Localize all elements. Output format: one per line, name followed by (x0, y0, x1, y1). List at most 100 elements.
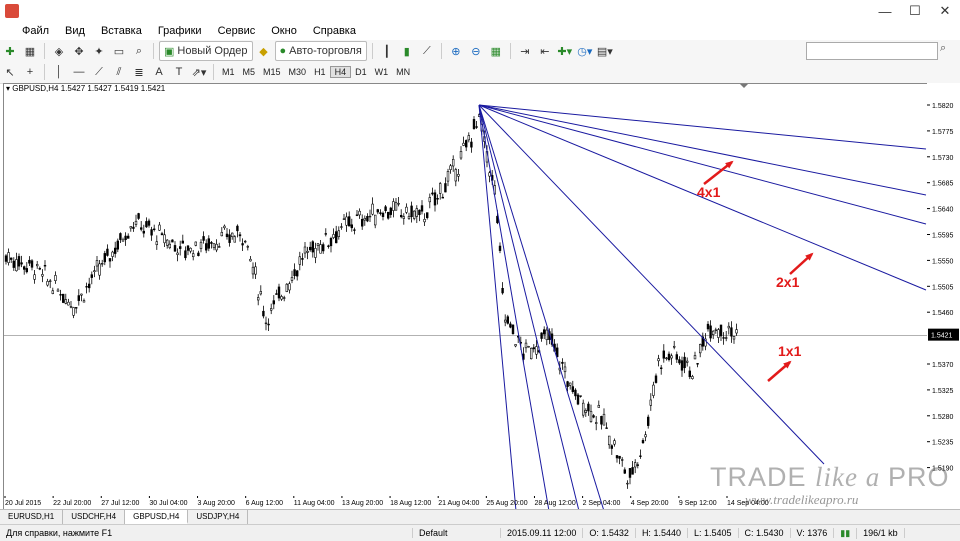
candle-body (711, 330, 715, 336)
profiles-icon[interactable]: ▦ (21, 42, 39, 60)
search-icon[interactable]: ⌕ (940, 42, 956, 58)
bar-chart-icon[interactable]: ┃ (378, 42, 396, 60)
maximize-icon[interactable]: ☐ (900, 0, 930, 22)
candle-body (665, 357, 668, 359)
candle-body (212, 243, 216, 248)
status-help: Для справки, нажмите F1 (0, 528, 413, 538)
candle-body (329, 238, 333, 247)
new-chart-icon[interactable]: ✚ (1, 42, 19, 60)
label-icon[interactable]: T (170, 63, 188, 81)
candle-body (433, 192, 437, 206)
candle-body (168, 243, 171, 249)
zoom-in-icon[interactable]: ⊕ (447, 42, 465, 60)
candle-body (69, 306, 73, 308)
tester-icon[interactable]: ⌕ (130, 42, 148, 60)
candle-body (77, 295, 81, 301)
search-input[interactable] (806, 42, 938, 60)
toolbar-separator (213, 64, 214, 80)
candlestick-icon[interactable]: ▮ (398, 42, 416, 60)
minimize-icon[interactable]: — (870, 0, 900, 22)
candle-body (680, 360, 684, 371)
tab-usdchf[interactable]: USDCHF,H4 (63, 510, 126, 524)
auto-scroll-icon[interactable]: ⇥ (516, 42, 534, 60)
watermark-brand: TRADE like a PRO (710, 462, 950, 493)
menu-help[interactable]: Справка (305, 25, 364, 37)
timeframe-h1[interactable]: H1 (310, 67, 330, 77)
menu-window[interactable]: Окно (263, 25, 305, 37)
crosshair-icon[interactable]: + (21, 63, 39, 81)
templates-icon[interactable]: ▤▾ (596, 42, 614, 60)
menu-file[interactable]: Файл (0, 25, 57, 37)
price-label: 1.5235 (932, 440, 954, 447)
menu-charts[interactable]: Графики (150, 25, 210, 37)
new-order-button[interactable]: ▣ Новый Ордер (159, 41, 253, 61)
candle-body (7, 252, 10, 263)
candle-body (147, 220, 151, 226)
candle-body (12, 260, 15, 268)
annotation-1x1: 1x1 (778, 343, 802, 359)
terminal-icon[interactable]: ▭ (110, 42, 128, 60)
price-label: 1.5775 (932, 129, 954, 136)
candle-body (423, 218, 426, 223)
horizontal-line-icon[interactable]: — (70, 63, 88, 81)
time-label: 13 Aug 20:00 (342, 500, 383, 507)
candle-body (35, 264, 39, 267)
timeframe-mn[interactable]: MN (392, 67, 414, 77)
timeframe-w1[interactable]: W1 (371, 67, 393, 77)
text-icon[interactable]: A (150, 63, 168, 81)
metaeditor-icon[interactable]: ◆ (255, 42, 273, 60)
timeframe-m5[interactable]: M5 (239, 67, 260, 77)
trendline-icon[interactable]: ⟋ (90, 63, 108, 81)
candle-body (407, 215, 411, 219)
tile-windows-icon[interactable]: ▦ (487, 42, 505, 60)
price-label: 1.5550 (932, 258, 954, 265)
cursor-icon[interactable]: ↖ (1, 63, 19, 81)
candle-body (470, 141, 473, 148)
candle-body (350, 224, 353, 229)
price-chart[interactable] (4, 84, 927, 511)
autotrading-button[interactable]: ● Авто-торговля (274, 41, 367, 61)
candle-body (301, 258, 304, 260)
indicators-icon[interactable]: ✚▾ (556, 42, 574, 60)
symbol-indicator-icon: ▾ (6, 84, 11, 93)
candle-body (259, 291, 262, 295)
channel-icon[interactable]: ⫽ (110, 63, 128, 81)
arrows-icon[interactable]: ⇗▾ (190, 63, 208, 81)
candle-body (129, 226, 133, 229)
candle-body (254, 266, 257, 275)
status-traffic-icon: ▮▮ (834, 527, 858, 539)
market-watch-icon[interactable]: ◈ (50, 42, 68, 60)
periods-icon[interactable]: ◷▾ (576, 42, 594, 60)
timeframe-m30[interactable]: M30 (285, 67, 311, 77)
timeframe-d1[interactable]: D1 (351, 67, 371, 77)
candle-body (22, 266, 26, 270)
price-label: 1.5820 (932, 103, 954, 110)
time-label: 27 Jul 12:00 (101, 500, 139, 507)
timeframe-m15[interactable]: M15 (259, 67, 285, 77)
candle-body (38, 268, 42, 270)
zoom-out-icon[interactable]: ⊖ (467, 42, 485, 60)
data-window-icon[interactable]: ✥ (70, 42, 88, 60)
line-chart-icon[interactable]: ⟋ (418, 42, 436, 60)
candle-body (584, 410, 588, 413)
vertical-line-icon[interactable]: │ (50, 63, 68, 81)
close-icon[interactable]: ✕ (930, 0, 960, 22)
time-label: 25 Aug 20:00 (486, 500, 527, 507)
tab-gbpusd[interactable]: GBPUSD,H4 (125, 510, 189, 524)
candle-body (155, 241, 158, 246)
tab-usdjpy[interactable]: USDJPY,H4 (188, 510, 249, 524)
menu-insert[interactable]: Вставка (93, 25, 150, 37)
candle-body (342, 218, 346, 220)
timeframe-m1[interactable]: M1 (218, 67, 239, 77)
menu-tools[interactable]: Сервис (210, 25, 264, 37)
symbol-info: ▾ GBPUSD,H4 1.5427 1.5427 1.5419 1.5421 (6, 84, 165, 93)
fibonacci-icon[interactable]: ≣ (130, 63, 148, 81)
chart-shift-icon[interactable]: ⇤ (536, 42, 554, 60)
menu-view[interactable]: Вид (57, 25, 93, 37)
candle-body (649, 399, 653, 406)
timeframe-h4[interactable]: H4 (329, 66, 352, 78)
chart-window[interactable] (3, 83, 928, 512)
navigator-icon[interactable]: ✦ (90, 42, 108, 60)
candle-body (397, 203, 400, 205)
tab-eurusd[interactable]: EURUSD,H1 (0, 510, 64, 524)
